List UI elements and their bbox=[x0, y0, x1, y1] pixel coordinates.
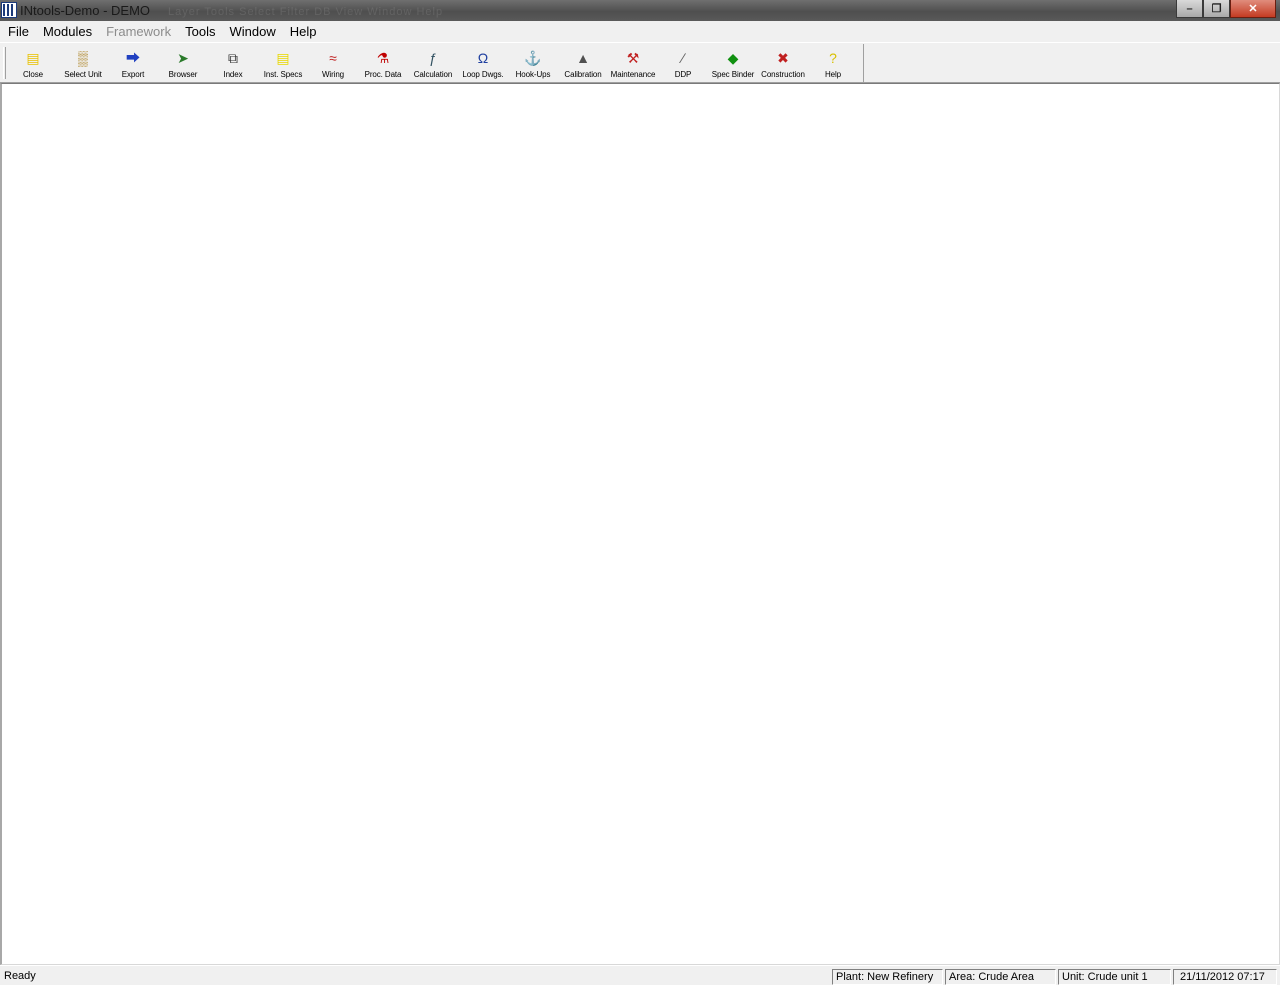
status-area: Area: Crude Area bbox=[945, 969, 1056, 985]
toolbar-button-select-unit[interactable]: ▒ Select Unit bbox=[58, 44, 108, 82]
toolbar-button-calibration[interactable]: ▲ Calibration bbox=[558, 44, 608, 82]
restore-button[interactable]: ❐ bbox=[1203, 0, 1230, 18]
window-title: INtools-Demo - DEMO bbox=[20, 3, 151, 18]
folder-close-icon: ▤ bbox=[26, 50, 40, 66]
menu-framework[interactable]: Framework bbox=[99, 21, 178, 42]
minimize-button[interactable]: – bbox=[1176, 0, 1203, 18]
status-unit: Unit: Crude unit 1 bbox=[1058, 969, 1171, 985]
toolbar-button-label: Proc. Data bbox=[364, 70, 402, 79]
toolbar-button-label: Export bbox=[121, 70, 145, 79]
toolbar-button-label: Spec Binder bbox=[711, 70, 755, 79]
status-ready: Ready bbox=[4, 970, 36, 982]
toolbar-button-close[interactable]: ▤ Close bbox=[8, 44, 58, 82]
window-controls: – ❐ ✕ bbox=[1176, 0, 1276, 18]
module-toolbar: ▤ Close ▒ Select Unit ⮕ Export ➤ Browser ⧉ Index ▤… bbox=[8, 44, 864, 82]
title-bar[interactable]: INtools-Demo - DEMO Layer Tools Select F… bbox=[0, 0, 1280, 21]
toolbar-button-loop-dwgs[interactable]: Ω Loop Dwgs. bbox=[458, 44, 508, 82]
toolbar-area: ▤ Close ▒ Select Unit ⮕ Export ➤ Browser ⧉ Index ▤… bbox=[0, 42, 1280, 83]
specs-icon: ▤ bbox=[276, 50, 290, 66]
toolbar-button-label: Construction bbox=[761, 70, 805, 79]
menu-window[interactable]: Window bbox=[222, 21, 282, 42]
flask-icon: ⚗ bbox=[376, 50, 390, 66]
toolbar-button-label: Index bbox=[223, 70, 243, 79]
toolbar-button-index[interactable]: ⧉ Index bbox=[208, 44, 258, 82]
app-icon[interactable] bbox=[1, 2, 17, 18]
maintenance-icon: ⚒ bbox=[626, 50, 640, 66]
toolbar-button-label: Maintenance bbox=[610, 70, 656, 79]
wiring-icon: ≈ bbox=[329, 50, 337, 66]
toolbar-button-export[interactable]: ⮕ Export bbox=[108, 44, 158, 82]
toolbar-button-label: Loop Dwgs. bbox=[462, 70, 504, 79]
status-datetime: 21/11/2012 07:17 bbox=[1173, 969, 1277, 985]
toolbar-button-label: Wiring bbox=[321, 70, 345, 79]
construction-icon: ✖ bbox=[777, 50, 789, 66]
toolbar-button-label: Calibration bbox=[564, 70, 602, 79]
browser-icon: ➤ bbox=[177, 50, 189, 66]
hook-icon: ⚓ bbox=[524, 50, 542, 66]
ruler-icon: ∕ bbox=[681, 50, 685, 66]
toolbar-button-help[interactable]: ? Help bbox=[808, 44, 858, 82]
factory-icon: ▒ bbox=[78, 50, 88, 66]
toolbar-button-browser[interactable]: ➤ Browser bbox=[158, 44, 208, 82]
toolbar-button-maintenance[interactable]: ⚒ Maintenance bbox=[608, 44, 658, 82]
binder-icon: ◆ bbox=[727, 50, 739, 66]
calibration-icon: ▲ bbox=[576, 50, 590, 66]
mdi-workspace[interactable] bbox=[0, 83, 1280, 965]
close-window-button[interactable]: ✕ bbox=[1230, 0, 1276, 18]
status-plant: Plant: New Refinery bbox=[832, 969, 943, 985]
toolbar-grip[interactable] bbox=[3, 47, 6, 79]
toolbar-button-label: DDP bbox=[674, 70, 692, 79]
toolbar-button-calculation[interactable]: ƒ Calculation bbox=[408, 44, 458, 82]
menu-modules[interactable]: Modules bbox=[36, 21, 99, 42]
toolbar-button-ddp[interactable]: ∕ DDP bbox=[658, 44, 708, 82]
toolbar-button-label: Help bbox=[824, 70, 842, 79]
toolbar-button-label: Close bbox=[23, 70, 43, 79]
ghost-menu-text: Layer Tools Select Filter DB View Window… bbox=[168, 6, 444, 18]
menu-file[interactable]: File bbox=[1, 21, 36, 42]
toolbar-button-label: Calculation bbox=[413, 70, 453, 79]
toolbar-button-construction[interactable]: ✖ Construction bbox=[758, 44, 808, 82]
toolbar-button-label: Select Unit bbox=[64, 70, 102, 79]
toolbar-button-label: Browser bbox=[168, 70, 198, 79]
toolbar-button-inst-specs[interactable]: ▤ Inst. Specs bbox=[258, 44, 308, 82]
toolbar-button-hook-ups[interactable]: ⚓ Hook-Ups bbox=[508, 44, 558, 82]
help-icon: ? bbox=[829, 50, 837, 66]
toolbar-button-wiring[interactable]: ≈ Wiring bbox=[308, 44, 358, 82]
toolbar-button-proc-data[interactable]: ⚗ Proc. Data bbox=[358, 44, 408, 82]
calculation-icon: ƒ bbox=[429, 50, 437, 66]
toolbar-button-label: Inst. Specs bbox=[263, 70, 303, 79]
loop-icon: Ω bbox=[477, 50, 489, 66]
toolbar-button-label: Hook-Ups bbox=[515, 70, 551, 79]
menu-tools[interactable]: Tools bbox=[178, 21, 222, 42]
index-icon: ⧉ bbox=[228, 50, 238, 66]
export-icon: ⮕ bbox=[126, 50, 140, 66]
toolbar-button-spec-binder[interactable]: ◆ Spec Binder bbox=[708, 44, 758, 82]
status-bar: Ready Plant: New Refinery Area: Crude Ar… bbox=[0, 965, 1280, 985]
menu-help[interactable]: Help bbox=[283, 21, 324, 42]
menu-bar: File Modules Framework Tools Window Help bbox=[0, 21, 1280, 42]
